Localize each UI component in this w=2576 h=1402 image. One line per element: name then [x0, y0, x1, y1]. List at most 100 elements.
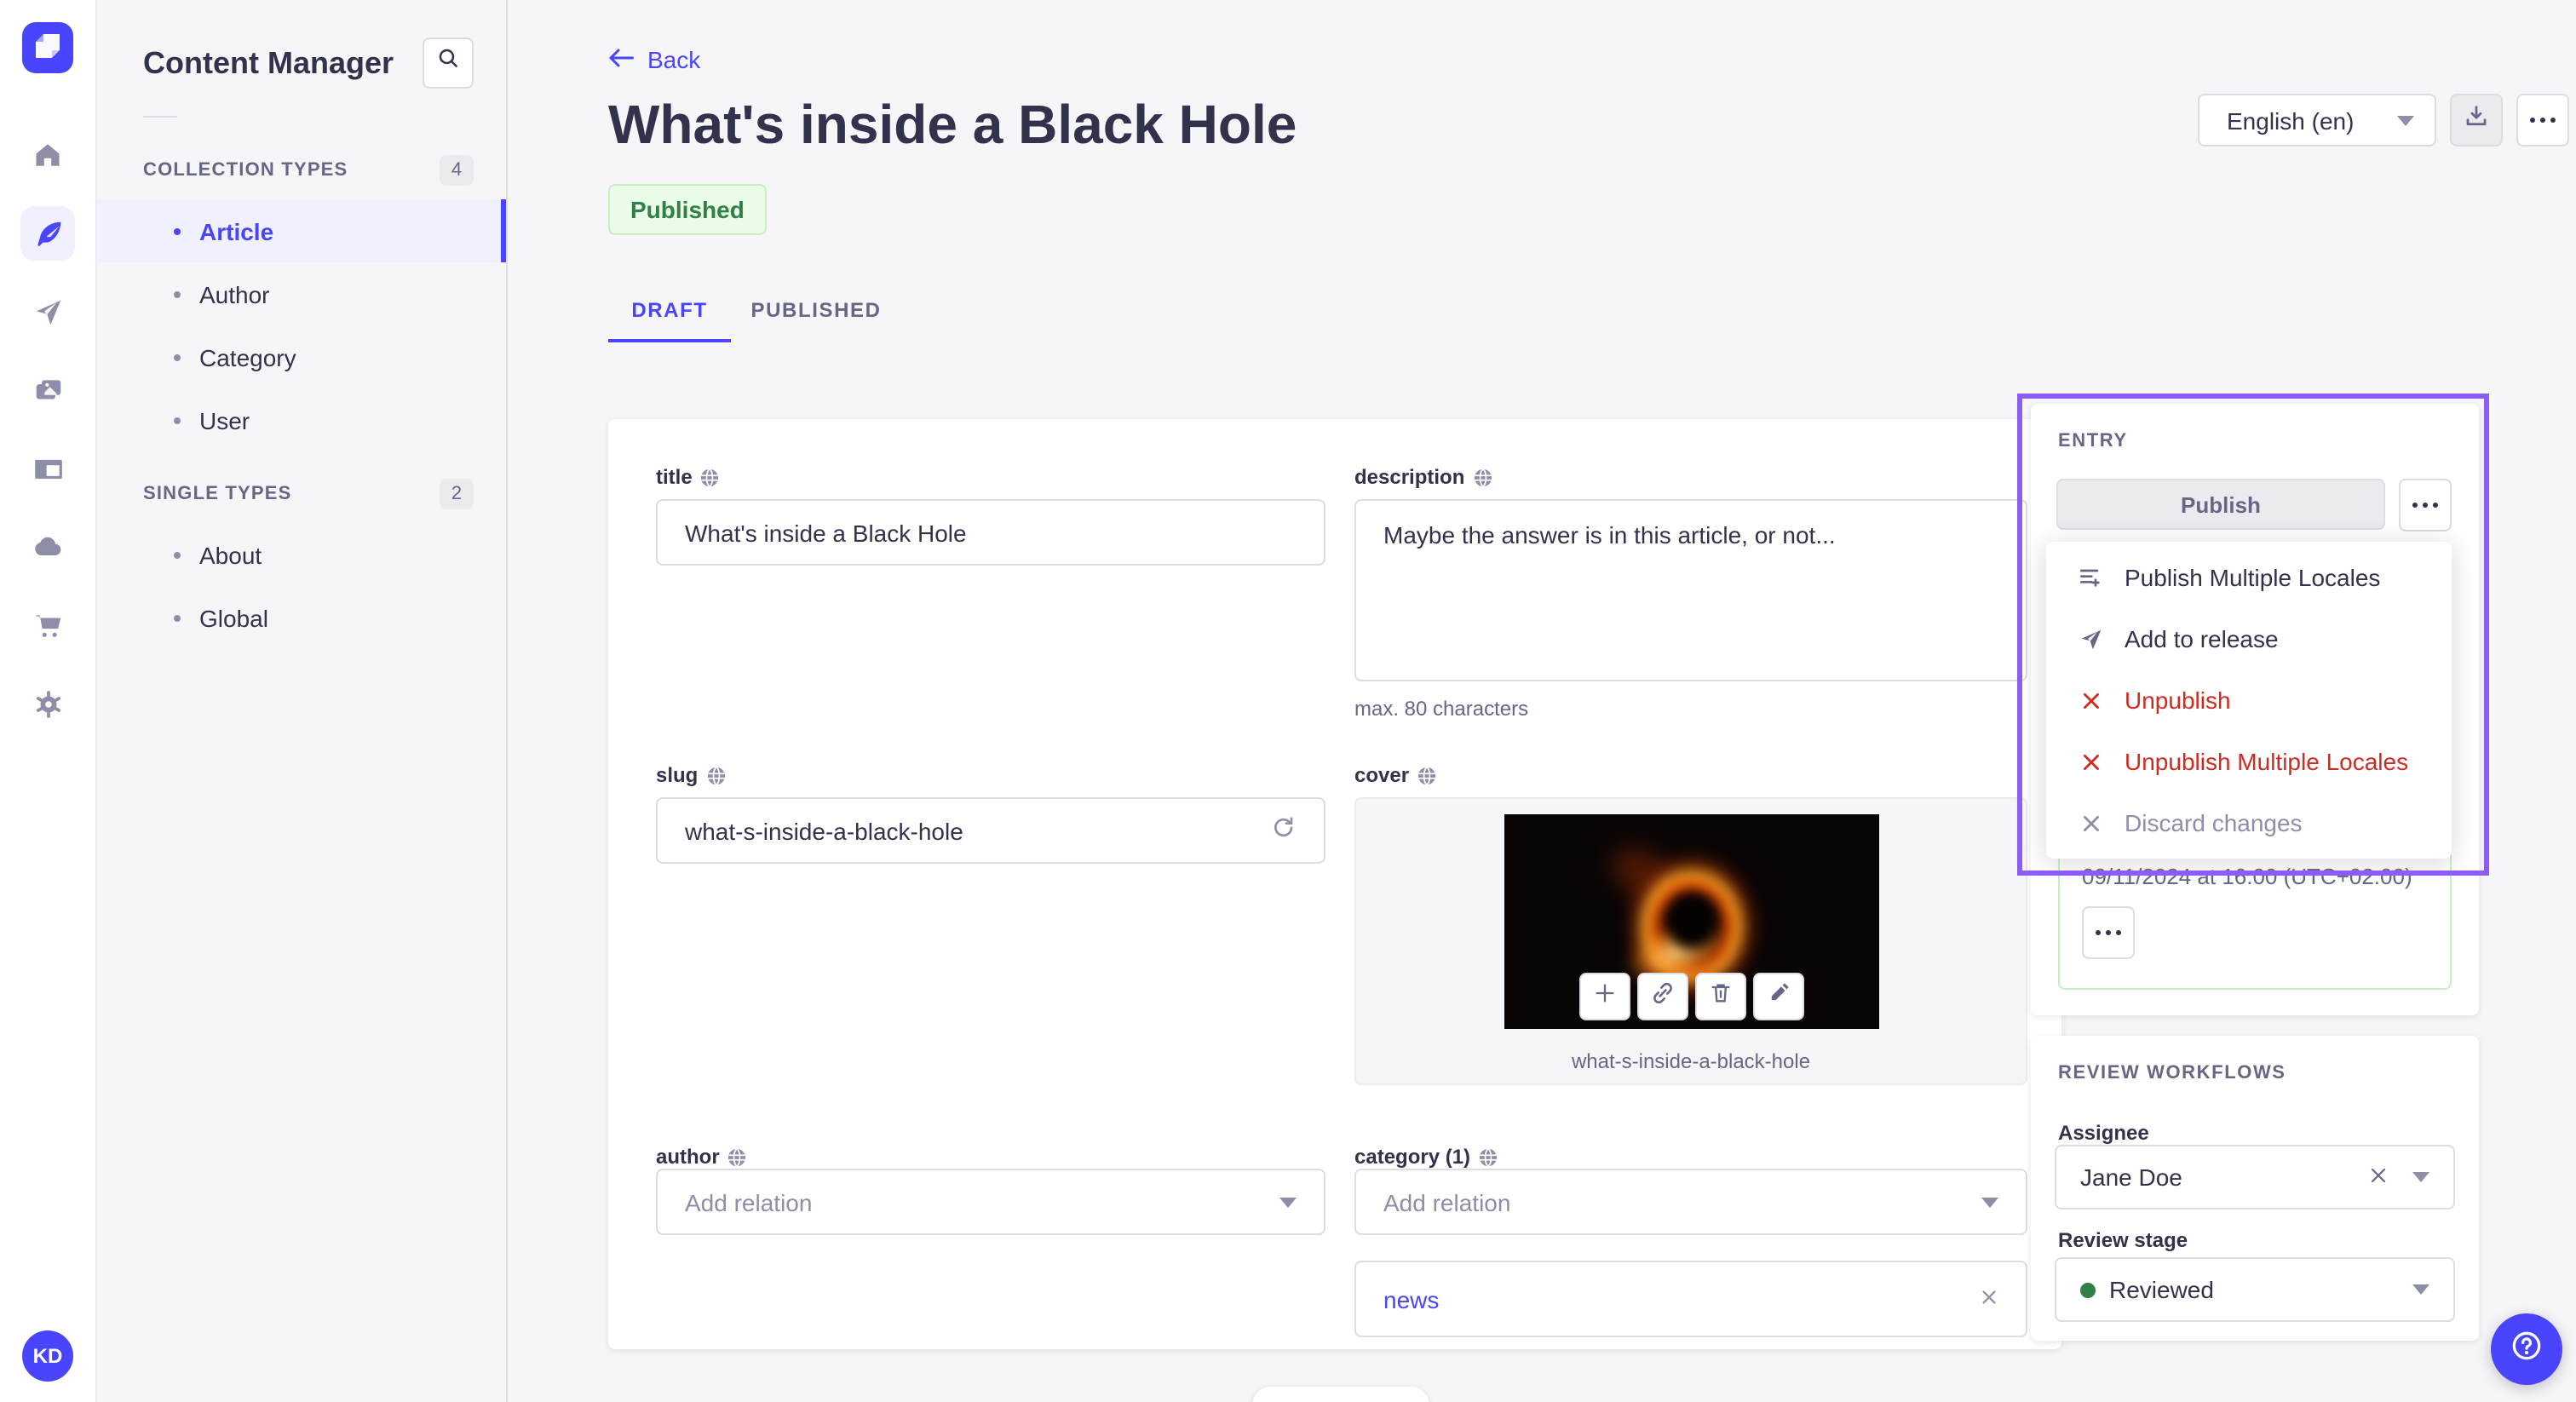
pencil-icon: [1766, 980, 1790, 1013]
media-library-icon[interactable]: [20, 363, 75, 417]
title-input[interactable]: What's inside a Black Hole: [656, 499, 1325, 566]
collection-types-heading: COLLECTION TYPES: [143, 160, 348, 181]
subnav-title: Content Manager: [143, 45, 394, 79]
scheduled-more-button[interactable]: [2082, 906, 2135, 959]
menu-item-publish-multiple-locales[interactable]: Publish Multiple Locales: [2046, 547, 2452, 608]
home-icon[interactable]: [20, 128, 75, 182]
more-icon: [2412, 503, 2438, 508]
menu-item-unpublish[interactable]: Unpublish: [2046, 669, 2452, 731]
bullet-icon: [174, 551, 181, 558]
category-news-link[interactable]: news: [1383, 1285, 1439, 1313]
cross-icon: [2077, 812, 2104, 834]
globe-icon: [1417, 766, 1436, 784]
strapi-logo[interactable]: [22, 22, 73, 73]
trash-icon: [1708, 980, 1732, 1013]
bullet-icon: [174, 614, 181, 621]
main-content: Back What's inside a Black Hole Publishe…: [508, 0, 2576, 1402]
sidebar-item-author[interactable]: Author: [97, 262, 506, 325]
entry-panel-heading: ENTRY: [2058, 431, 2128, 451]
stage-status-dot: [2080, 1282, 2096, 1297]
title-field-label: title: [656, 465, 720, 489]
assignee-select[interactable]: Jane Doe: [2055, 1145, 2455, 1210]
review-workflows-panel: REVIEW WORKFLOWS Assignee Jane Doe Revie…: [2031, 1036, 2479, 1341]
list-plus-icon: [2077, 564, 2104, 591]
remove-relation-icon[interactable]: [1980, 1284, 1998, 1314]
assignee-label: Assignee: [2058, 1121, 2149, 1145]
sidebar-item-user[interactable]: User: [97, 388, 506, 451]
chevron-down-icon: [1981, 1197, 1998, 1207]
tab-draft[interactable]: DRAFT: [608, 281, 731, 339]
chevron-down-icon: [2412, 1284, 2429, 1295]
more-actions-button[interactable]: [2516, 94, 2569, 147]
category-relation-item: news: [1354, 1261, 2027, 1337]
menu-item-unpublish-multiple-locales[interactable]: Unpublish Multiple Locales: [2046, 731, 2452, 792]
tab-published[interactable]: PUBLISHED: [750, 281, 879, 339]
sidebar-item-label: Global: [199, 604, 268, 631]
strapi-admin: KD Content Manager COLLECTION TYPES 4 Ar…: [0, 0, 2576, 1402]
chevron-down-icon: [2397, 115, 2414, 125]
description-field-label: description: [1354, 465, 1492, 489]
globe-icon: [1479, 1147, 1498, 1166]
chevron-down-icon: [1279, 1197, 1297, 1207]
sidebar-item-label: Author: [199, 280, 270, 307]
globe-icon: [707, 766, 725, 784]
single-types-count: 2: [440, 479, 474, 509]
bullet-icon: [174, 353, 181, 360]
cross-icon: [2077, 689, 2104, 711]
publish-button[interactable]: Publish: [2056, 479, 2385, 530]
arrow-left-icon: [608, 46, 634, 73]
add-asset-button[interactable]: [1578, 973, 1630, 1020]
copy-link-button[interactable]: [1636, 973, 1688, 1020]
content-manager-icon[interactable]: [20, 206, 75, 261]
regenerate-icon[interactable]: [1269, 814, 1297, 847]
link-icon: [1650, 980, 1674, 1013]
sidebar-item-article[interactable]: Article: [97, 199, 506, 262]
sidebar-item-label: About: [199, 541, 262, 568]
marketplace-icon[interactable]: [20, 598, 75, 652]
single-types-heading: SINGLE TYPES: [143, 484, 292, 504]
entry-more-button[interactable]: [2399, 479, 2452, 531]
content-type-builder-icon[interactable]: [20, 441, 75, 496]
delete-asset-button[interactable]: [1694, 973, 1745, 1020]
author-relation-select[interactable]: Add relation: [656, 1169, 1325, 1235]
sidebar-item-label: Article: [199, 217, 274, 244]
help-button[interactable]: [2491, 1313, 2562, 1385]
floating-toolbar-peek: [1252, 1387, 1429, 1402]
menu-item-add-to-release[interactable]: Add to release: [2046, 608, 2452, 669]
settings-icon[interactable]: [20, 676, 75, 731]
cover-toolbar: [1578, 973, 1803, 1020]
clear-assignee-icon[interactable]: [2368, 1164, 2389, 1191]
user-avatar[interactable]: KD: [22, 1330, 73, 1382]
sidebar-item-about[interactable]: About: [97, 523, 506, 586]
globe-icon: [1474, 468, 1492, 486]
locale-select[interactable]: English (en): [2198, 94, 2436, 147]
description-textarea[interactable]: Maybe the answer is in this article, or …: [1354, 499, 2027, 681]
back-link[interactable]: Back: [608, 46, 700, 73]
sidebar-item-category[interactable]: Category: [97, 325, 506, 388]
cross-icon: [2077, 750, 2104, 773]
category-relation-select[interactable]: Add relation: [1354, 1169, 2027, 1235]
deploy-icon[interactable]: [20, 520, 75, 574]
plus-icon: [1592, 980, 1616, 1013]
cover-field-label: cover: [1354, 763, 1436, 787]
status-badge: Published: [608, 184, 767, 235]
slug-input[interactable]: what-s-inside-a-black-hole: [656, 797, 1325, 864]
globe-icon: [728, 1147, 746, 1166]
entry-actions-menu: Publish Multiple Locales Add to release …: [2046, 542, 2452, 859]
export-button[interactable]: [2450, 94, 2503, 147]
sidebar-item-global[interactable]: Global: [97, 586, 506, 649]
main-nav-iconbar: KD: [0, 0, 97, 1402]
more-icon: [2096, 930, 2121, 935]
review-stage-select[interactable]: Reviewed: [2055, 1257, 2455, 1322]
bullet-icon: [174, 227, 181, 234]
divider: [143, 116, 177, 118]
page-title: What's inside a Black Hole: [608, 94, 1297, 155]
chevron-down-icon: [2412, 1172, 2429, 1182]
releases-icon[interactable]: [20, 284, 75, 339]
search-button[interactable]: [423, 37, 474, 89]
edit-asset-button[interactable]: [1752, 973, 1803, 1020]
menu-item-discard-changes[interactable]: Discard changes: [2046, 792, 2452, 853]
description-hint: max. 80 characters: [1354, 697, 1529, 721]
bullet-icon: [174, 290, 181, 297]
globe-icon: [701, 468, 719, 486]
